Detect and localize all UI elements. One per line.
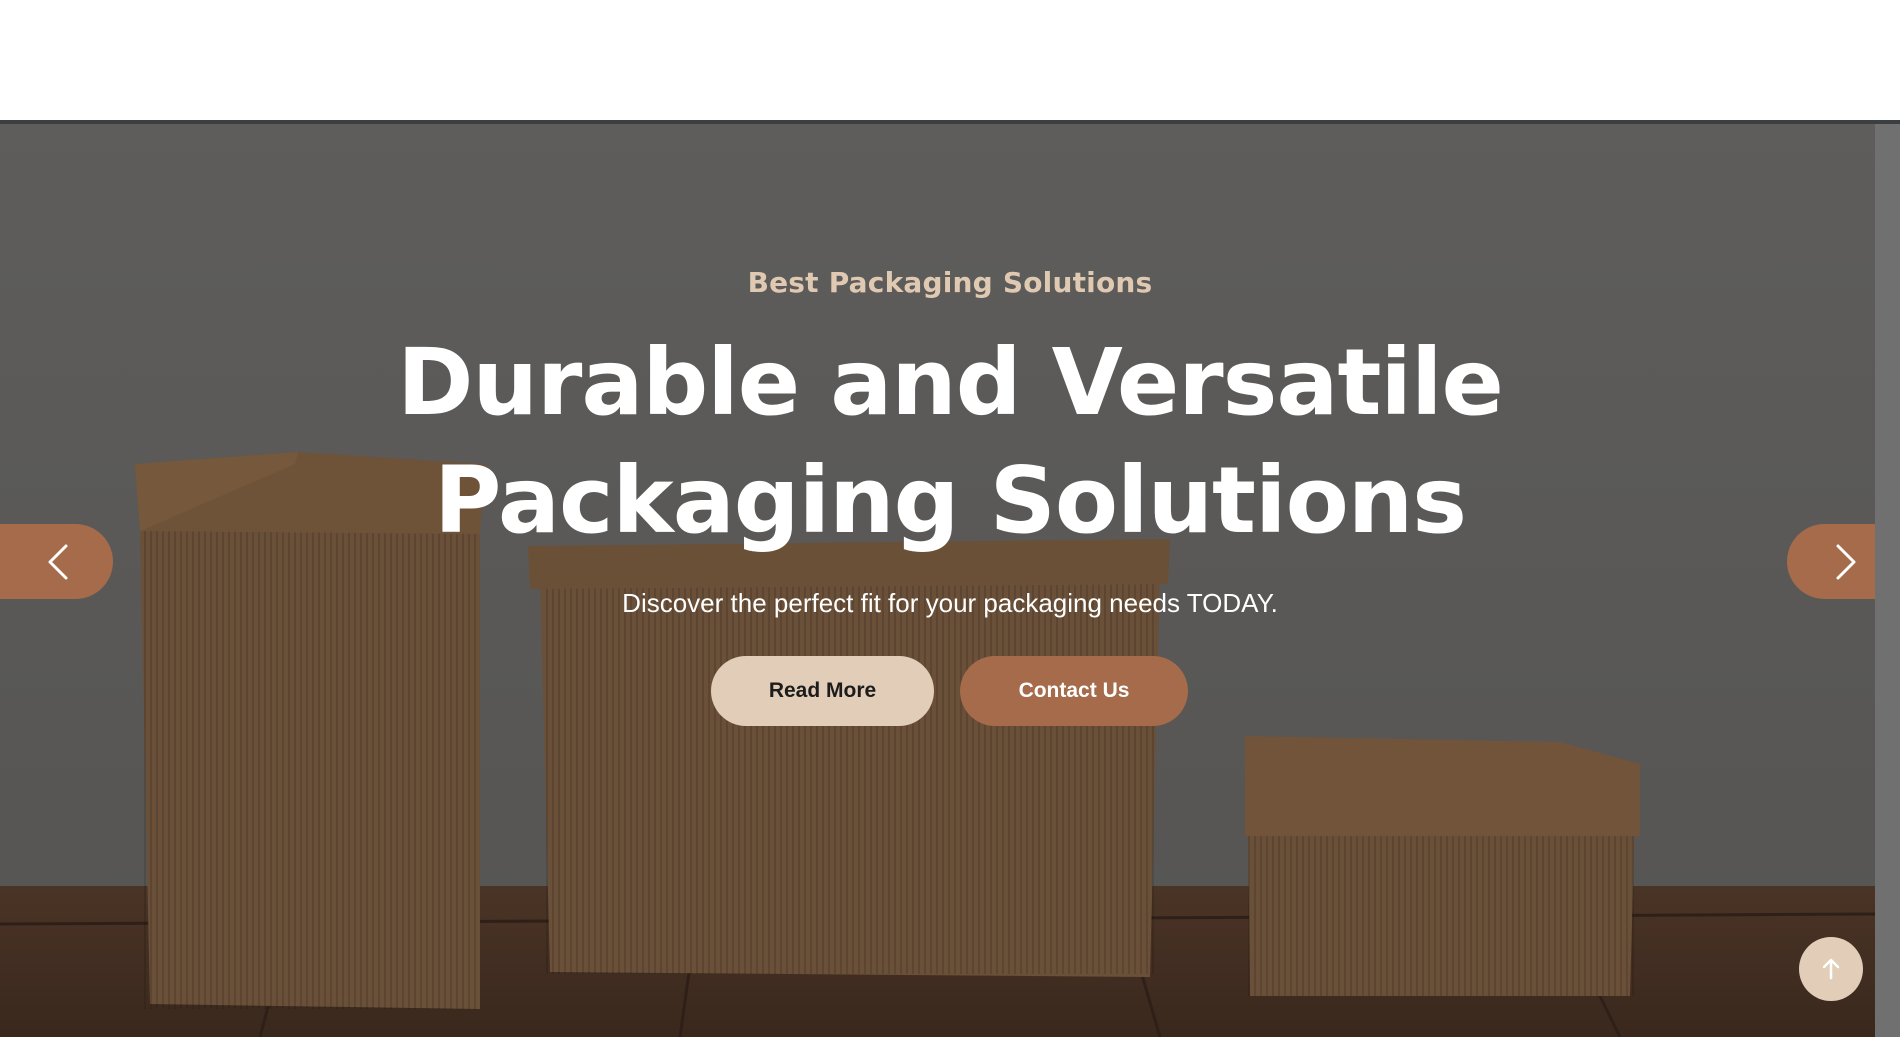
hero-content: Best Packaging Solutions Durable and Ver… [0, 124, 1875, 1037]
hero-carousel-slide: Best Packaging Solutions Durable and Ver… [0, 124, 1875, 1037]
back-to-top-button[interactable] [1799, 937, 1863, 1001]
chevron-left-icon [48, 544, 67, 579]
chevron-right-icon [1836, 544, 1856, 579]
contact-us-button[interactable]: Contact Us [960, 656, 1188, 726]
hero-title-line-1: Durable and Versatile [397, 329, 1504, 436]
page: Best Packaging Solutions Durable and Ver… [0, 0, 1900, 1037]
hero-title-line-2: Packaging Solutions [433, 447, 1467, 554]
carousel-next-button[interactable] [1787, 524, 1875, 599]
carousel-prev-button[interactable] [0, 524, 113, 599]
read-more-button[interactable]: Read More [711, 656, 934, 726]
page-scrollbar[interactable] [1875, 124, 1900, 1037]
arrow-up-icon [1822, 958, 1840, 980]
hero-subtitle: Best Packaging Solutions [747, 266, 1153, 299]
top-header-bar [0, 0, 1900, 120]
hero-lead-text: Discover the perfect fit for your packag… [622, 588, 1278, 618]
hero-title: Durable and Versatile Packaging Solution… [0, 324, 1875, 560]
